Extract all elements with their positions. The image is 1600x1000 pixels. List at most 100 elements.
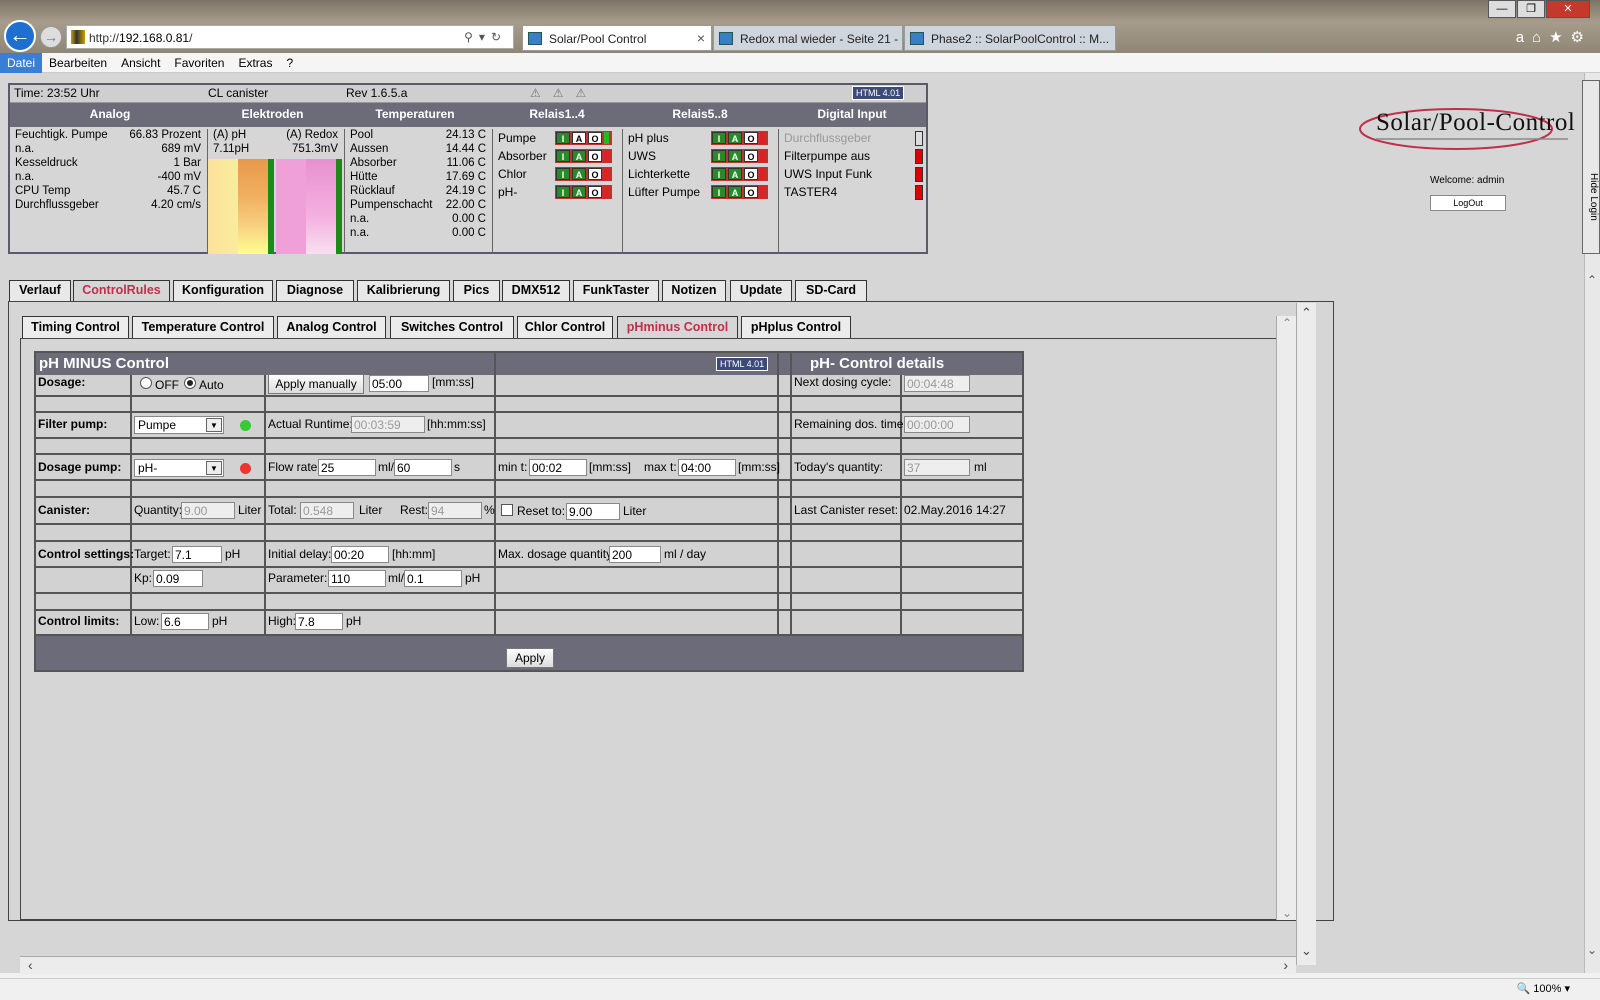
- relay-switch[interactable]: IAO: [711, 131, 768, 145]
- zoom-level[interactable]: 🔍 100% ▾: [1517, 982, 1570, 995]
- back-icon[interactable]: ←: [4, 20, 36, 52]
- relay-switch[interactable]: IAO: [711, 185, 768, 199]
- flow-ml-input[interactable]: 25: [318, 459, 376, 476]
- tab-favicon-icon: [528, 32, 542, 45]
- kp-input[interactable]: 0.09: [153, 570, 203, 587]
- tab-kalibrierung[interactable]: Kalibrierung: [357, 280, 450, 301]
- apply-button[interactable]: Apply: [506, 648, 554, 668]
- gear-icon[interactable]: ⚙: [1571, 29, 1592, 46]
- tab-analog-control[interactable]: Analog Control: [277, 316, 386, 338]
- tab-temperature-control[interactable]: Temperature Control: [132, 316, 274, 338]
- dosage-off-radio[interactable]: [140, 377, 152, 389]
- manual-time-input[interactable]: 05:00: [369, 375, 429, 392]
- inner-scrollbar[interactable]: ⌃ ⌄: [1276, 316, 1296, 920]
- parameter-ph-input[interactable]: 0.1: [404, 570, 462, 587]
- scroll-down-icon[interactable]: ⌄: [1587, 943, 1597, 957]
- tab-dmx512[interactable]: DMX512: [502, 280, 570, 301]
- list-item: n.a. 0.00 C: [350, 227, 486, 239]
- menu-item-bearbeiten[interactable]: Bearbeiten: [42, 53, 114, 73]
- logout-button[interactable]: LogOut: [1430, 195, 1506, 211]
- reset-input[interactable]: 9.00: [566, 503, 620, 520]
- menu-item-extras[interactable]: Extras: [231, 53, 279, 73]
- list-item: CPU Temp 45.7 C: [15, 185, 201, 197]
- tab-update[interactable]: Update: [730, 280, 792, 301]
- grid-line: [264, 375, 266, 635]
- relay-switch[interactable]: IAO: [555, 167, 612, 181]
- close-window-icon[interactable]: ✕: [1546, 0, 1590, 18]
- tab-chlor-control[interactable]: Chlor Control: [517, 316, 613, 338]
- relay-switch[interactable]: IAO: [711, 149, 768, 163]
- filter-pump-status-led: [240, 420, 251, 431]
- control-settings-label: Control settings:: [38, 547, 134, 561]
- minimize-icon[interactable]: —: [1488, 0, 1516, 18]
- relay-switch[interactable]: IAO: [555, 185, 612, 199]
- target-input[interactable]: 7.1: [172, 546, 222, 563]
- quantity-unit: Liter: [238, 503, 262, 517]
- tab-sd-card[interactable]: SD-Card: [795, 280, 867, 301]
- maximize-icon[interactable]: ❐: [1517, 0, 1545, 18]
- tab-switches-control[interactable]: Switches Control: [390, 316, 514, 338]
- menu-item-datei[interactable]: Datei: [0, 53, 43, 73]
- grid-line: [36, 453, 1022, 455]
- panel-scrollbar[interactable]: ⌃ ⌄: [1296, 303, 1316, 965]
- address-tools-icon[interactable]: ⚲▾↻: [464, 30, 507, 44]
- tab-verlauf[interactable]: Verlauf: [9, 280, 71, 301]
- hide-login-tab[interactable]: Hide Login: [1582, 80, 1600, 254]
- max-t-input[interactable]: 04:00: [678, 459, 736, 476]
- reset-checkbox[interactable]: [501, 504, 513, 516]
- relay-switch[interactable]: IAO: [555, 149, 612, 163]
- scroll-right-icon[interactable]: ›: [1283, 957, 1288, 973]
- browser-tab[interactable]: Phase2 :: SolarPoolControl :: M...: [904, 25, 1116, 51]
- scroll-up-icon[interactable]: ⌃: [1587, 273, 1597, 287]
- tab-pics[interactable]: Pics: [453, 280, 500, 301]
- tab-konfiguration[interactable]: Konfiguration: [173, 280, 273, 301]
- flow-seconds-input[interactable]: 60: [394, 459, 452, 476]
- window-controls: — ❐ ✕: [1487, 0, 1590, 18]
- scroll-up-icon[interactable]: ⌃: [1282, 316, 1292, 330]
- scroll-up-icon[interactable]: ⌃: [1301, 305, 1312, 321]
- relay-switch[interactable]: IAO: [555, 131, 612, 145]
- tab-notizen[interactable]: Notizen: [662, 280, 726, 301]
- browser-tab[interactable]: Redox mal wieder - Seite 21 - P...: [713, 25, 903, 51]
- welcome-text: Welcome: admin: [1430, 175, 1505, 186]
- scroll-left-icon[interactable]: ‹: [28, 957, 33, 973]
- relay-switch[interactable]: IAO: [711, 167, 768, 181]
- home-icon[interactable]: ⌂: [1532, 29, 1549, 46]
- parameter-ml-input[interactable]: 110: [328, 570, 386, 587]
- horizontal-scrollbar[interactable]: ‹ ›: [20, 956, 1296, 974]
- initial-delay-input[interactable]: 00:20: [331, 546, 389, 563]
- filter-pump-select[interactable]: Pumpe ▼: [134, 416, 224, 434]
- html-validator-badge[interactable]: HTML 4.01: [716, 357, 769, 371]
- relay-row: pH- I A O: [493, 183, 622, 201]
- html-validator-badge[interactable]: HTML 4.01: [852, 86, 905, 100]
- apply-manually-button[interactable]: Apply manually: [268, 374, 364, 394]
- menu-item-ansicht[interactable]: Ansicht: [114, 53, 167, 73]
- high-input[interactable]: 7.8: [295, 613, 343, 630]
- dosage-pump-status-led: [240, 463, 251, 474]
- tab-label: Phase2 :: SolarPoolControl :: M...: [931, 32, 1110, 46]
- low-input[interactable]: 6.6: [161, 613, 209, 630]
- amazon-icon[interactable]: a: [1516, 29, 1532, 46]
- min-t-input[interactable]: 00:02: [529, 459, 587, 476]
- forward-icon[interactable]: →: [40, 26, 62, 48]
- list-item: n.a. -400 mV: [15, 171, 201, 183]
- scroll-down-icon[interactable]: ⌄: [1282, 906, 1292, 920]
- dosage-auto-radio[interactable]: [184, 377, 196, 389]
- browser-tab-active[interactable]: Solar/Pool Control ×: [522, 25, 712, 51]
- tab-phminus-control[interactable]: pHminus Control: [617, 316, 738, 338]
- dosage-pump-select[interactable]: pH- ▼: [134, 459, 224, 477]
- address-bar[interactable]: http://192.168.0.81/ ⚲▾↻: [66, 25, 514, 49]
- tab-controlrules[interactable]: ControlRules: [73, 280, 170, 301]
- tab-timing-control[interactable]: Timing Control: [22, 316, 129, 338]
- menu-item-favoriten[interactable]: Favoriten: [167, 53, 231, 73]
- scroll-down-icon[interactable]: ⌄: [1301, 943, 1312, 959]
- tab-diagnose[interactable]: Diagnose: [276, 280, 354, 301]
- star-icon[interactable]: ★: [1549, 29, 1570, 46]
- max-dosage-input[interactable]: 200: [609, 546, 661, 563]
- high-label: High:: [268, 614, 297, 628]
- tab-phplus-control[interactable]: pHplus Control: [741, 316, 851, 338]
- close-icon[interactable]: ×: [697, 30, 705, 46]
- tab-funktaster[interactable]: FunkTaster: [573, 280, 659, 301]
- menu-item-help[interactable]: ?: [279, 53, 300, 73]
- input-indicator: [915, 167, 923, 182]
